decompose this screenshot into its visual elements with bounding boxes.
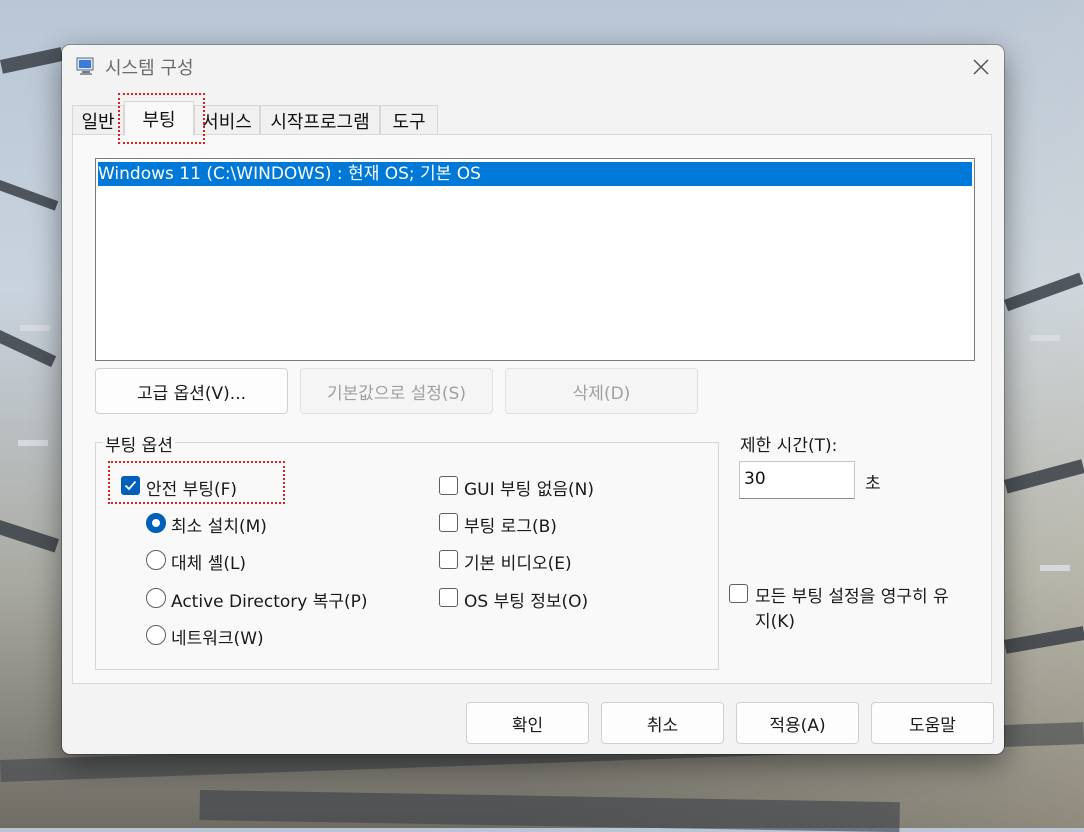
network-label: 네트워크(W) — [171, 629, 264, 649]
network-radio[interactable] — [146, 625, 166, 645]
title-bar[interactable]: 시스템 구성 — [62, 45, 1004, 89]
timeout-input[interactable]: 30 — [739, 461, 855, 499]
alternate-shell-label: 대체 셸(L) — [171, 554, 247, 574]
boot-log-label: 부팅 로그(B) — [464, 517, 557, 537]
help-button[interactable]: 도움말 — [871, 702, 994, 744]
tab-boot[interactable]: 부팅 — [124, 101, 194, 136]
make-permanent-checkbox[interactable] — [729, 584, 748, 603]
no-gui-boot-label: GUI 부팅 없음(N) — [464, 480, 594, 500]
tab-tools[interactable]: 도구 — [380, 105, 438, 135]
system-config-app-icon — [76, 56, 96, 76]
os-boot-info-label: OS 부팅 정보(O) — [464, 592, 589, 612]
timeout-unit: 초 — [865, 474, 881, 494]
make-permanent-label-line2: 지(K) — [755, 612, 796, 632]
system-config-window: 시스템 구성 일반 부팅 서비스 시작프로그램 도구 Windows 11 (C… — [62, 45, 1004, 754]
boot-options-label: 부팅 옵션 — [103, 431, 175, 456]
set-default-button[interactable]: 기본값으로 설정(S) — [300, 368, 493, 414]
close-icon[interactable] — [966, 53, 996, 81]
ad-repair-label: Active Directory 복구(P) — [171, 592, 368, 612]
base-video-label: 기본 비디오(E) — [464, 554, 572, 574]
safe-boot-checkbox[interactable] — [121, 476, 140, 495]
os-list[interactable]: Windows 11 (C:\WINDOWS) : 현재 OS; 기본 OS — [95, 158, 975, 361]
checkmark-icon — [124, 480, 137, 491]
apply-button[interactable]: 적용(A) — [736, 702, 859, 744]
tab-services[interactable]: 서비스 — [194, 105, 260, 135]
advanced-options-button[interactable]: 고급 옵션(V)... — [95, 368, 288, 414]
tab-startup[interactable]: 시작프로그램 — [260, 105, 380, 135]
minimal-label: 최소 설치(M) — [171, 517, 267, 537]
timeout-label: 제한 시간(T): — [740, 436, 838, 456]
cancel-button[interactable]: 취소 — [601, 702, 724, 744]
alternate-shell-radio[interactable] — [146, 550, 166, 570]
base-video-checkbox[interactable] — [439, 550, 458, 569]
tab-general[interactable]: 일반 — [72, 105, 124, 135]
os-list-item[interactable]: Windows 11 (C:\WINDOWS) : 현재 OS; 기본 OS — [98, 162, 972, 186]
ad-repair-radio[interactable] — [146, 588, 166, 608]
ok-button[interactable]: 확인 — [466, 702, 589, 744]
no-gui-boot-checkbox[interactable] — [439, 476, 458, 495]
minimal-radio[interactable] — [146, 513, 166, 533]
delete-button[interactable]: 삭제(D) — [505, 368, 698, 414]
safe-boot-label: 안전 부팅(F) — [146, 480, 238, 500]
os-boot-info-checkbox[interactable] — [439, 588, 458, 607]
window-title: 시스템 구성 — [105, 58, 194, 79]
boot-log-checkbox[interactable] — [439, 513, 458, 532]
make-permanent-label-line1: 모든 부팅 설정을 영구히 유 — [755, 587, 949, 607]
boot-tab-panel: Windows 11 (C:\WINDOWS) : 현재 OS; 기본 OS 고… — [72, 134, 992, 684]
